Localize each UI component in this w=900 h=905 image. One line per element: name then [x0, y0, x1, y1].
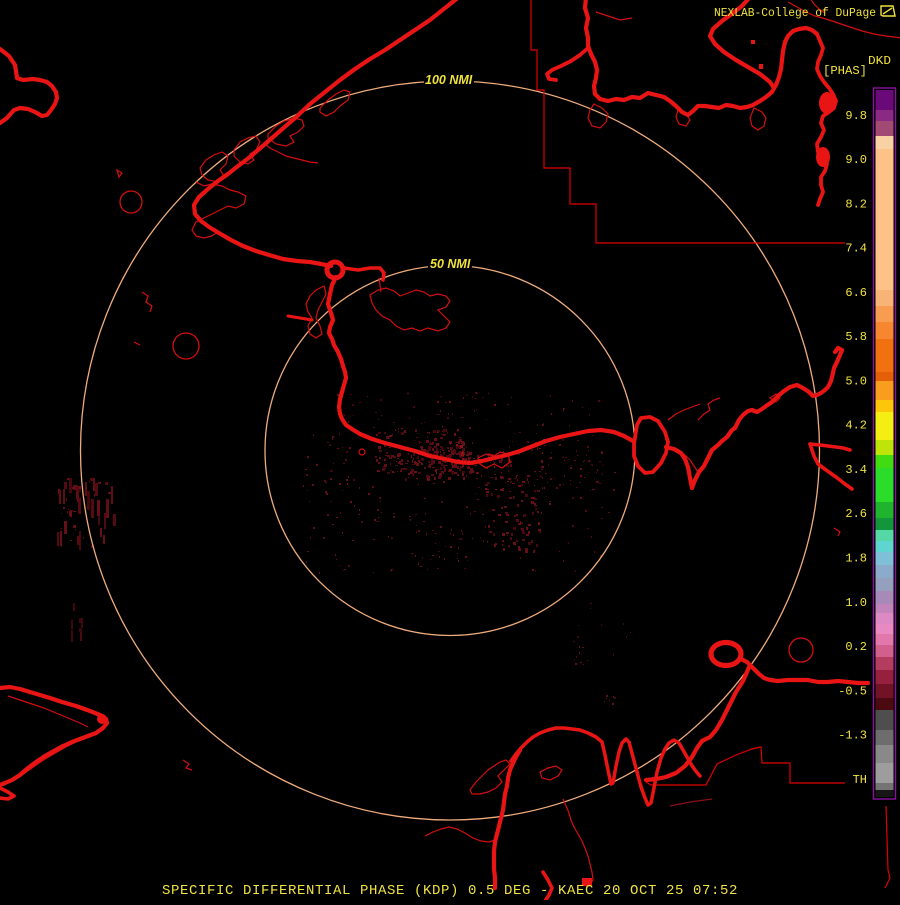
svg-text:5.0: 5.0: [845, 374, 867, 388]
svg-text:1.8: 1.8: [845, 552, 867, 566]
svg-text:9.8: 9.8: [845, 109, 867, 123]
svg-text:6.6: 6.6: [845, 286, 867, 300]
svg-text:2.6: 2.6: [845, 507, 867, 521]
svg-text:50 NMI: 50 NMI: [430, 257, 471, 271]
svg-text:7.4: 7.4: [845, 242, 867, 256]
svg-text:0.2: 0.2: [845, 640, 867, 654]
svg-text:1.0: 1.0: [845, 596, 867, 610]
svg-text:-1.3: -1.3: [838, 729, 867, 743]
svg-text:[PHAS]: [PHAS]: [823, 64, 867, 78]
svg-text:3.4: 3.4: [845, 463, 867, 477]
svg-text:9.0: 9.0: [845, 153, 867, 167]
svg-text:100 NMI: 100 NMI: [425, 73, 473, 87]
svg-text:-0.5: -0.5: [838, 684, 867, 698]
svg-text:TH: TH: [853, 773, 867, 787]
svg-text:SPECIFIC DIFFERENTIAL PHASE (K: SPECIFIC DIFFERENTIAL PHASE (KDP) 0.5 DE…: [162, 883, 738, 899]
svg-text:4.2: 4.2: [845, 419, 867, 433]
svg-text:DKD: DKD: [868, 54, 891, 68]
svg-text:NEXLAB-College of DuPage: NEXLAB-College of DuPage: [714, 6, 876, 20]
svg-text:8.2: 8.2: [845, 197, 867, 211]
svg-text:5.8: 5.8: [845, 330, 867, 344]
